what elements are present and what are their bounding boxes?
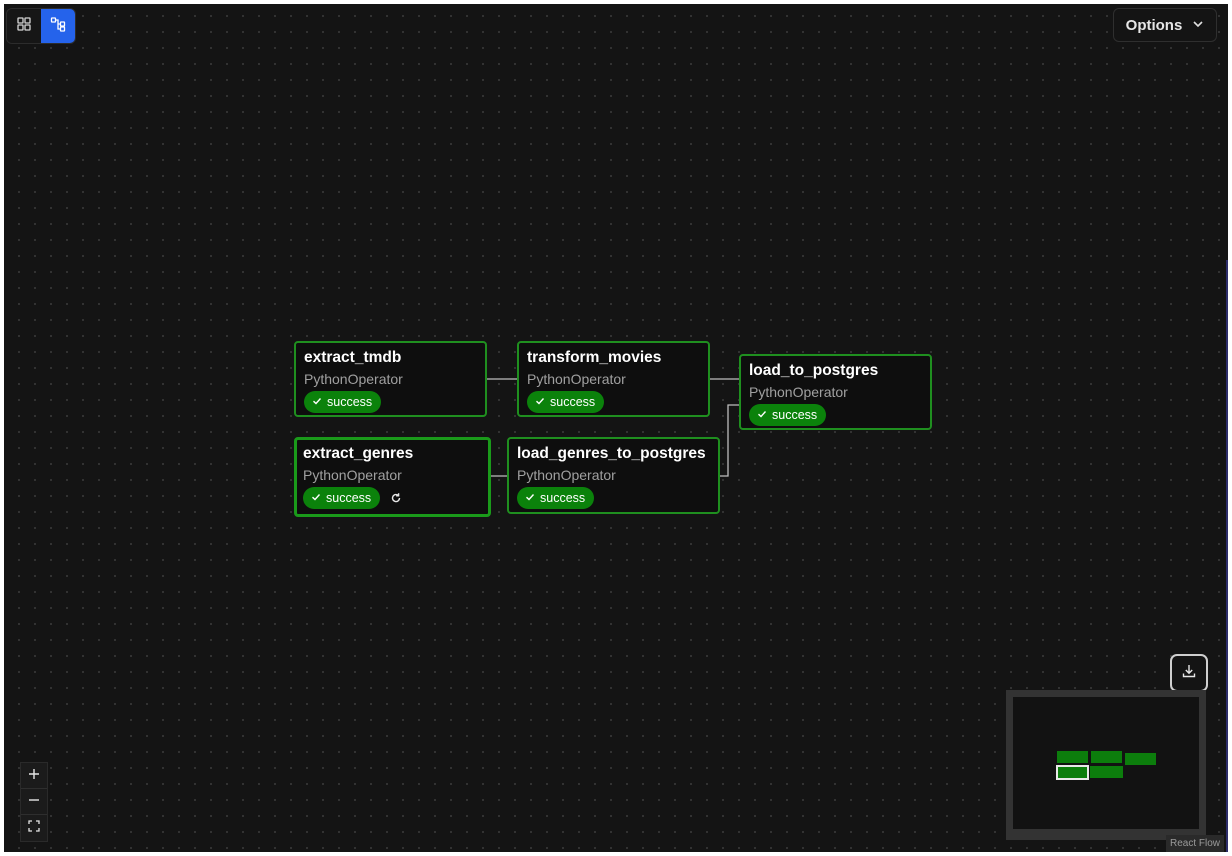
task-title: extract_tmdb [304, 349, 402, 366]
graph-canvas[interactable]: Options extract_tmdb PythonOperator succ… [4, 4, 1228, 852]
task-operator: PythonOperator [304, 371, 403, 387]
task-node-extract-tmdb[interactable]: extract_tmdb PythonOperator success [294, 341, 487, 417]
status-badge: success [749, 404, 827, 426]
plus-icon [28, 767, 40, 785]
minimap-node [1090, 766, 1123, 778]
task-operator: PythonOperator [749, 384, 848, 400]
zoom-out-button[interactable] [21, 789, 47, 815]
check-icon [757, 408, 767, 422]
minus-icon [28, 793, 40, 811]
zoom-in-button[interactable] [21, 763, 47, 789]
task-operator: PythonOperator [517, 467, 616, 483]
status-label: success [772, 408, 818, 422]
check-icon [535, 395, 545, 409]
task-title: load_genres_to_postgres [517, 445, 706, 462]
download-icon [1181, 663, 1197, 684]
minimap-viewport [1013, 697, 1199, 829]
task-title: load_to_postgres [749, 362, 879, 379]
status-badge: success [303, 487, 381, 509]
minimap-node-selected [1056, 765, 1089, 780]
status-label: success [326, 491, 372, 505]
task-node-extract-genres[interactable]: extract_genres PythonOperator success [294, 437, 491, 517]
status-badge: success [527, 391, 605, 413]
task-operator: PythonOperator [303, 467, 402, 483]
check-icon [525, 491, 535, 505]
minimap-node [1091, 751, 1122, 763]
download-button[interactable] [1170, 654, 1208, 692]
task-node-load-genres-to-postgres[interactable]: load_genres_to_postgres PythonOperator s… [507, 437, 720, 514]
task-title: transform_movies [527, 349, 662, 366]
check-icon [311, 491, 321, 505]
status-label: success [327, 395, 373, 409]
fit-view-icon [28, 819, 40, 837]
task-operator: PythonOperator [527, 371, 626, 387]
task-node-transform-movies[interactable]: transform_movies PythonOperator success [517, 341, 710, 417]
status-label: success [550, 395, 596, 409]
task-node-load-to-postgres[interactable]: load_to_postgres PythonOperator success [739, 354, 932, 430]
fit-view-button[interactable] [21, 815, 47, 841]
scrollbar-edge [1226, 260, 1228, 852]
refresh-icon[interactable] [390, 492, 402, 504]
minimap-node [1057, 751, 1088, 763]
status-label: success [540, 491, 586, 505]
task-title: extract_genres [303, 445, 414, 462]
status-badge: success [304, 391, 382, 413]
minimap-node [1125, 753, 1156, 765]
status-badge: success [517, 487, 595, 509]
zoom-controls [20, 762, 48, 842]
check-icon [312, 395, 322, 409]
react-flow-attribution[interactable]: React Flow [1165, 835, 1224, 852]
minimap[interactable] [1006, 690, 1206, 840]
edge-load-genres-load-to-postgres [719, 404, 740, 477]
